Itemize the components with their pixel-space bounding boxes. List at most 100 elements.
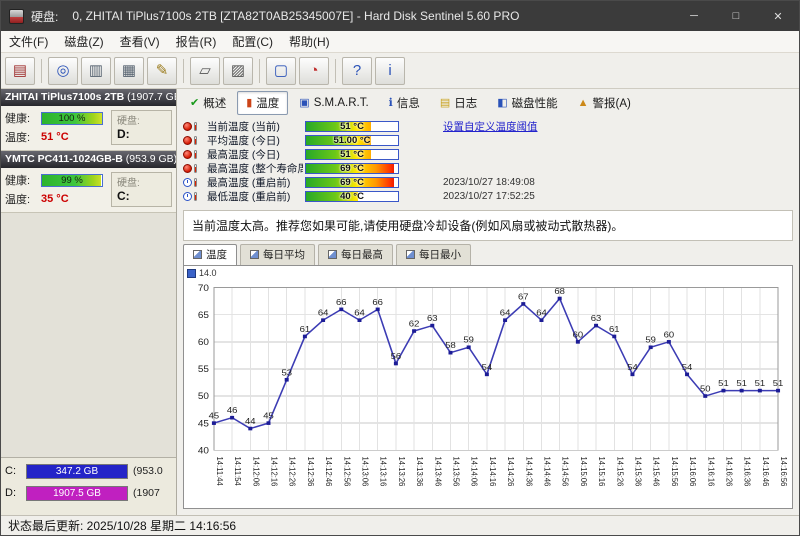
- svg-text:51: 51: [718, 379, 729, 388]
- monitor-icon[interactable]: ▢: [266, 57, 296, 85]
- maximize-button[interactable]: □: [715, 1, 757, 31]
- partition-size: 347.2 GB: [56, 466, 98, 477]
- temperature-advice-text: 当前温度太高。推荐您如果可能,请使用硬盘冷却设备(例如风扇或被动式散热器)。: [183, 210, 793, 241]
- svg-text:14:16:56: 14:16:56: [779, 457, 788, 487]
- health-value: 99 %: [42, 175, 102, 186]
- svg-text:44: 44: [245, 416, 256, 425]
- check-icon: ✔: [190, 98, 199, 109]
- tab-info[interactable]: ℹ信息: [380, 91, 429, 115]
- graph-tab-daily-max[interactable]: 每日最高: [318, 244, 393, 265]
- menu-file[interactable]: 文件(F): [1, 31, 56, 52]
- tab-overview[interactable]: ✔概述: [181, 91, 235, 115]
- svg-text:14:14:06: 14:14:06: [470, 457, 479, 487]
- performance-icon: ◧: [497, 98, 507, 109]
- title-disk-label: 硬盘:: [31, 8, 58, 25]
- set-threshold-link[interactable]: 设置自定义温度阈值: [443, 119, 538, 134]
- thermometer-icon: [194, 164, 197, 173]
- printer-icon[interactable]: ▱: [190, 57, 220, 85]
- alarm-icon: [183, 150, 192, 159]
- svg-text:63: 63: [427, 313, 438, 322]
- svg-text:14:15:36: 14:15:36: [633, 457, 642, 487]
- timestamp: 2023/10/27 17:52:25: [443, 191, 535, 202]
- partition-row-c[interactable]: C: 347.2 GB (953.0: [5, 463, 172, 479]
- disk-size: (1907.7 GB: [127, 91, 176, 103]
- svg-text:14:11:44: 14:11:44: [215, 457, 224, 487]
- minimize-button[interactable]: ─: [673, 1, 715, 31]
- info-icon: ℹ: [389, 98, 393, 109]
- svg-text:66: 66: [372, 297, 383, 306]
- graph-tab-temperature[interactable]: 温度: [183, 244, 237, 265]
- svg-text:14:12:46: 14:12:46: [324, 457, 333, 487]
- partition-letter: D:: [5, 487, 21, 499]
- mini-chart-icon: [328, 250, 337, 259]
- info-icon[interactable]: i: [375, 57, 405, 85]
- svg-text:14:14:36: 14:14:36: [524, 457, 533, 487]
- svg-text:14:14:16: 14:14:16: [488, 457, 497, 487]
- svg-text:54: 54: [627, 362, 638, 371]
- disk-surface-test-icon[interactable]: ▦: [114, 57, 144, 85]
- temp-value: 51 °C: [41, 131, 103, 143]
- svg-text:54: 54: [482, 362, 493, 371]
- graph-tab-daily-average[interactable]: 每日平均: [240, 244, 315, 265]
- disk-overview-icon[interactable]: ▥: [81, 57, 111, 85]
- menu-view[interactable]: 查看(V): [112, 31, 168, 52]
- svg-text:14:12:06: 14:12:06: [251, 457, 260, 487]
- temp-label: 温度:: [5, 129, 41, 145]
- svg-text:50: 50: [700, 384, 711, 393]
- disk-panel-zhitai[interactable]: ZHITAI TiPlus7100s 2TB (1907.7 GB: [1, 89, 176, 106]
- window-title: 0, ZHITAI TiPlus7100s 2TB [ZTA82T0AB2534…: [72, 9, 673, 23]
- disk-report-icon[interactable]: ✎: [147, 57, 177, 85]
- menu-help[interactable]: 帮助(H): [281, 31, 338, 52]
- mini-chart-icon: [193, 250, 202, 259]
- disk-info-ymtc[interactable]: 健康: 99 % 硬盘: C: 温度: 35 °C: [1, 168, 176, 213]
- svg-text:58: 58: [445, 341, 456, 350]
- tab-temperature[interactable]: ▮温度: [237, 91, 288, 115]
- clipboard-icon[interactable]: ▨: [223, 57, 253, 85]
- temp-label: 温度:: [5, 191, 41, 207]
- svg-text:14:16:06: 14:16:06: [688, 457, 697, 487]
- svg-text:14:13:16: 14:13:16: [379, 457, 388, 487]
- detect-disk-icon[interactable]: ◎: [48, 57, 78, 85]
- menu-report[interactable]: 报告(R): [168, 31, 225, 52]
- clock-icon: [183, 178, 192, 187]
- toolbar-separator: [259, 59, 260, 83]
- tab-smart[interactable]: ▣S.M.A.R.T.: [290, 93, 377, 113]
- active-hard-disk-icon[interactable]: ▤: [5, 57, 35, 85]
- partition-usage-bar: 347.2 GB: [26, 464, 128, 479]
- graph-tab-bar: 温度 每日平均 每日最高 每日最小: [177, 245, 799, 265]
- svg-text:14:13:56: 14:13:56: [451, 457, 460, 487]
- toolbar: ▤ ◎ ▥ ▦ ✎ ▱ ▨ ▢ ◔ ? i: [1, 53, 799, 89]
- drive-letter-box: 硬盘: D:: [111, 110, 172, 145]
- tab-log[interactable]: ▤日志: [431, 91, 486, 115]
- mini-chart-icon: [406, 250, 415, 259]
- graph-tab-daily-min[interactable]: 每日最小: [396, 244, 471, 265]
- disk-info-zhitai[interactable]: 健康: 100 % 硬盘: D: 温度: 51 °C: [1, 106, 176, 151]
- tab-disk-performance[interactable]: ◧磁盘性能: [488, 91, 566, 115]
- menu-disk[interactable]: 磁盘(Z): [56, 31, 111, 52]
- svg-text:61: 61: [300, 324, 311, 333]
- mini-chart-icon: [250, 250, 259, 259]
- svg-text:56: 56: [391, 351, 402, 360]
- partition-total: (953.0: [133, 465, 163, 477]
- temp-row-max-before-restart: 最高温度 (重启前) 69 °C 2023/10/27 18:49:08: [183, 176, 793, 189]
- toolbar-separator: [183, 59, 184, 83]
- thermometer-icon: ▮: [246, 98, 252, 109]
- partition-row-d[interactable]: D: 1907.5 GB (1907: [5, 485, 172, 501]
- temp-row-min-before-restart: 最低温度 (重启前) 40 °C 2023/10/27 17:52:25: [183, 190, 793, 203]
- tab-alerts[interactable]: ▲警报(A): [569, 91, 640, 115]
- thermometer-icon: [194, 192, 197, 201]
- temp-row-max-today: 最高温度 (今日) 51 °C: [183, 148, 793, 161]
- svg-text:64: 64: [500, 308, 511, 317]
- svg-text:14:14:56: 14:14:56: [561, 457, 570, 487]
- disk-panel-ymtc[interactable]: YMTC PC411-1024GB-B (953.9 GB): [1, 151, 176, 168]
- status-bar: 状态最后更新: 2025/10/28 星期二 14:16:56: [1, 515, 799, 535]
- alarm-icon: [183, 136, 192, 145]
- svg-text:60: 60: [664, 330, 675, 339]
- menu-config[interactable]: 配置(C): [224, 31, 281, 52]
- close-button[interactable]: ✕: [757, 1, 799, 31]
- temp-gauge: 51.00 °C: [305, 135, 399, 146]
- help-icon[interactable]: ?: [342, 57, 372, 85]
- temp-gauge: 69 °C: [305, 177, 399, 188]
- mini-chart-icon: [187, 269, 196, 278]
- gauge-icon[interactable]: ◔: [299, 57, 329, 85]
